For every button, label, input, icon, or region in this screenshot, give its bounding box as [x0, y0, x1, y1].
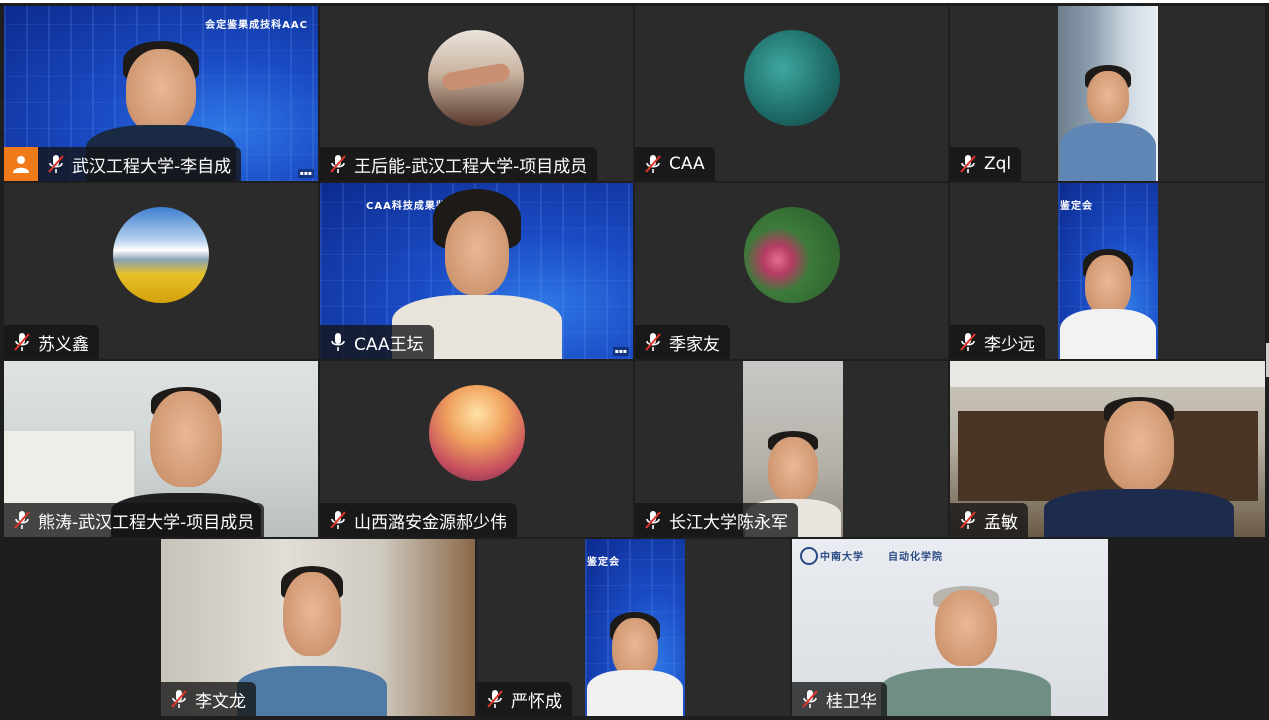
mic-muted-icon [645, 511, 661, 529]
host-avatar-icon [4, 147, 38, 181]
participant-video: 鉴定会 [585, 539, 685, 716]
participant-video: 鉴定会 [1058, 183, 1158, 359]
flowers-photo-avatar [744, 207, 840, 303]
participant-name-label: 李文龙 [161, 682, 256, 716]
participant-name-label: 熊涛-武汉工程大学-项目成员 [4, 503, 265, 537]
participant-name-label: 王后能-武汉工程大学-项目成员 [320, 147, 598, 181]
watermark-icon: ▪▪▪ [612, 347, 629, 356]
participant-name-label: 严怀成 [477, 682, 572, 716]
participant-name: 孟敏 [984, 512, 1018, 533]
participant-video [1058, 6, 1158, 181]
participant-name: CAA [669, 154, 705, 174]
mic-muted-icon [802, 690, 818, 708]
mic-muted-icon [645, 333, 661, 351]
thumbs-up-photo-avatar [429, 385, 525, 481]
participant-name: 山西潞安金源郝少伟 [354, 512, 507, 533]
university-logo-icon [800, 547, 818, 565]
hands-photo-avatar [428, 30, 524, 126]
participant-name-label: Zql [950, 147, 1022, 181]
participant-tile[interactable]: 苏义鑫 [4, 183, 318, 359]
participant-tile[interactable]: 山西潞安金源郝少伟 [320, 361, 633, 537]
participant-tile[interactable]: 中南大学 自动化学院 桂卫华 [792, 539, 1108, 716]
participant-name-label: 长江大学陈永军 [635, 503, 798, 537]
mic-muted-icon [330, 511, 346, 529]
participant-name: 季家友 [669, 334, 720, 355]
mic-muted-icon [487, 690, 503, 708]
participant-name: CAA王坛 [354, 334, 424, 355]
participant-name-label: 武汉工程大学-李自成 [38, 147, 242, 181]
mic-active-icon [331, 333, 345, 351]
participant-tile[interactable]: 孟敏 [950, 361, 1265, 537]
participant-name-label: 孟敏 [950, 503, 1028, 537]
participant-name-label: CAA [635, 147, 715, 181]
university-logo-text: 中南大学 [820, 552, 864, 563]
participant-name: 严怀成 [511, 691, 562, 712]
landscape-photo-avatar [113, 207, 209, 303]
participant-name-label: 季家友 [635, 325, 730, 359]
mic-muted-icon [14, 333, 30, 351]
participant-name-label: CAA王坛 [320, 325, 434, 359]
mic-muted-icon [960, 333, 976, 351]
caa-banner-text: 会定鉴果成技科AAC [205, 20, 308, 31]
participant-name: 苏义鑫 [38, 334, 89, 355]
participant-tile[interactable]: 鉴定会 严怀成 [477, 539, 790, 716]
participant-tile[interactable]: 熊涛-武汉工程大学-项目成员 [4, 361, 318, 537]
participant-name: 王后能-武汉工程大学-项目成员 [354, 156, 588, 177]
participant-tile[interactable]: CAA科技成果鉴定会 ▪▪▪ CAA王坛 [320, 183, 633, 359]
mic-muted-icon [48, 155, 64, 173]
participant-tile[interactable]: 会定鉴果成技科AAC ▪▪▪ 武汉工程大学-李自成 [4, 6, 318, 181]
participant-name-label: 苏义鑫 [4, 325, 99, 359]
participant-name: 李少远 [984, 334, 1035, 355]
aquarium-photo-avatar [744, 30, 840, 126]
banner-partial-text: 鉴定会 [1060, 201, 1093, 212]
banner-partial-text: 鉴定会 [587, 557, 620, 568]
video-gallery: 会定鉴果成技科AAC ▪▪▪ 武汉工程大学-李自成 王后能-武汉工程大学-项目成… [0, 3, 1269, 720]
department-logo-text: 自动化学院 [888, 552, 943, 563]
mic-muted-icon [960, 511, 976, 529]
participant-name-label: 山西潞安金源郝少伟 [320, 503, 517, 537]
mic-muted-icon [171, 690, 187, 708]
participant-tile[interactable]: 王后能-武汉工程大学-项目成员 [320, 6, 633, 181]
participant-name: 熊涛-武汉工程大学-项目成员 [38, 512, 255, 533]
participant-name: 桂卫华 [826, 691, 877, 712]
participant-tile[interactable]: 季家友 [635, 183, 948, 359]
mic-muted-icon [14, 511, 30, 529]
participant-tile[interactable]: 李文龙 [161, 539, 475, 716]
mic-muted-icon [645, 155, 661, 173]
participant-name-label: 桂卫华 [792, 682, 887, 716]
mic-muted-icon [960, 155, 976, 173]
participant-tile[interactable]: 鉴定会 李少远 [950, 183, 1265, 359]
participant-tile[interactable]: Zql [950, 6, 1265, 181]
watermark-icon: ▪▪▪ [297, 169, 314, 178]
participant-tile[interactable]: 长江大学陈永军 [635, 361, 948, 537]
participant-tile[interactable]: CAA [635, 6, 948, 181]
participant-name: Zql [984, 154, 1012, 174]
participant-name: 长江大学陈永军 [669, 512, 788, 533]
participant-name: 李文龙 [195, 691, 246, 712]
mic-muted-icon [330, 155, 346, 173]
participant-name: 武汉工程大学-李自成 [72, 156, 232, 177]
participant-name-label: 李少远 [950, 325, 1045, 359]
